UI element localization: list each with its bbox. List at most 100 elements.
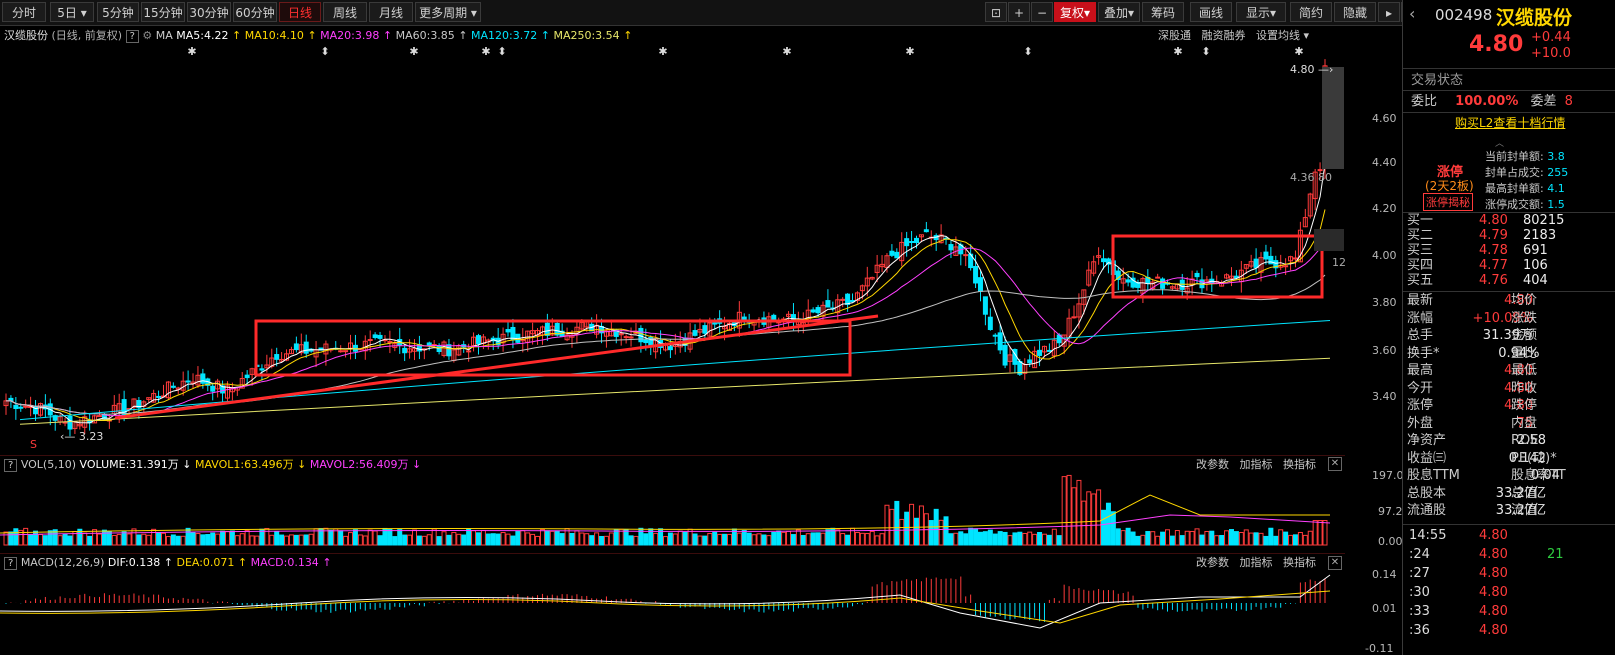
tab-daily[interactable]: 日线 <box>279 2 321 22</box>
help-icon[interactable]: ? <box>125 30 139 43</box>
zoom-out-icon[interactable]: − <box>1031 2 1053 22</box>
candlestick-chart[interactable]: ✱ ⬍ ✱ ✱ ⬍ ✱ ✱ ✱ ⬍ ✱ ⬍ ✱ <box>0 45 1345 457</box>
tick-price: 4.80 <box>1479 585 1508 600</box>
button-label: 显示 <box>1245 6 1270 20</box>
price-tick: 3.40 <box>1372 390 1397 403</box>
bid-row[interactable]: 买二 4.79 2183 <box>1407 228 1556 243</box>
tab-5day[interactable]: 5日 ▾ <box>50 2 94 22</box>
volume-bar <box>805 533 811 546</box>
bid-row[interactable]: 买五 4.76 404 <box>1407 273 1548 288</box>
tab-60min[interactable]: 60分钟 <box>233 2 277 22</box>
volume-bar <box>1160 531 1166 546</box>
volume-bar <box>224 531 230 546</box>
tab-15min[interactable]: 15分钟 <box>141 2 185 22</box>
tab-weekly[interactable]: 周线 <box>323 2 367 22</box>
candle-body <box>1046 349 1052 352</box>
candle-body <box>963 254 969 257</box>
volume-bar <box>953 532 959 546</box>
volume-bar <box>589 535 595 546</box>
volume-bar <box>997 531 1003 546</box>
stat-label-right: PE(动)* <box>1511 450 1557 466</box>
prev-arrow-icon[interactable]: ‹ <box>1409 4 1415 23</box>
display-button[interactable]: 显示▾ <box>1236 2 1286 22</box>
candle-body <box>810 309 816 313</box>
candle-body <box>343 350 349 353</box>
candle-body <box>466 350 472 353</box>
candle-body <box>894 251 900 259</box>
link-set-ma[interactable]: 设置均线 <box>1256 29 1300 42</box>
candle-body <box>367 339 373 342</box>
stat-row: 净资产 2.58 ROE <box>1407 432 1546 449</box>
ma250-arrow-icon: ↑ <box>623 29 633 42</box>
candle-body <box>185 380 191 383</box>
bid-row[interactable]: 买四 4.77 106 <box>1407 258 1548 273</box>
link-margin[interactable]: 融资融券 <box>1202 29 1246 42</box>
chips-button[interactable]: 筹码 <box>1142 2 1184 22</box>
tick-row: :27 4.80 <box>1409 565 1508 584</box>
volume-bar <box>613 529 619 546</box>
bid-row[interactable]: 买一 4.80 80215 <box>1407 213 1564 228</box>
stat-label-right: 量比 <box>1511 345 1538 361</box>
volume-bar <box>47 530 53 546</box>
candle-body <box>992 334 998 337</box>
volume-chart[interactable] <box>0 455 1345 553</box>
candle-body <box>628 336 634 339</box>
candle-body <box>712 322 718 325</box>
volume-bar <box>702 535 708 546</box>
hide-button[interactable]: 隐藏 <box>1334 2 1376 22</box>
volume-bar <box>1228 529 1234 546</box>
high-price: 4.36 <box>1290 171 1315 184</box>
stat-row: 股息TTM 0.04 股息率TT <box>1407 467 1566 484</box>
volume-bar <box>1115 528 1121 546</box>
volume-bar <box>190 531 196 546</box>
settings-icon[interactable]: ⚙ <box>142 29 152 42</box>
draw-button[interactable]: 画线 <box>1190 2 1232 22</box>
last-price: 4.80 <box>1469 32 1524 57</box>
volume-bar <box>1263 535 1269 546</box>
lock-icon[interactable]: ⊡ <box>985 2 1007 22</box>
candle-body <box>623 336 629 339</box>
seal-label: 最高封单额: <box>1485 182 1544 195</box>
bid-row[interactable]: 买三 4.78 691 <box>1407 243 1548 258</box>
stat-row: 换手* 0.94% 量比 <box>1407 345 1540 362</box>
volume-bar <box>869 530 875 546</box>
tab-intraday[interactable]: 分时 <box>2 2 46 22</box>
volume-bar <box>1283 531 1289 546</box>
next-icon[interactable]: ▸ <box>1378 2 1400 22</box>
tab-monthly[interactable]: 月线 <box>369 2 413 22</box>
candle-body <box>1160 278 1166 289</box>
tab-more-periods[interactable]: 更多周期 ▾ <box>415 2 481 22</box>
candle-body <box>67 415 73 430</box>
ma10-value: MA10:4.10 <box>244 29 304 42</box>
stock-name-label[interactable]: 汉缆股份 <box>4 29 48 42</box>
collapse-icon[interactable]: ︿ <box>1495 136 1504 149</box>
ma5-arrow-icon: ↑ <box>232 29 242 42</box>
stat-label-right: 内盘 <box>1511 415 1538 431</box>
volume-bar <box>1076 479 1082 546</box>
limit-reveal-button[interactable]: 涨停揭秘 <box>1423 193 1473 211</box>
link-hk-connect[interactable]: 深股通 <box>1158 29 1191 42</box>
volume-bar <box>559 533 565 546</box>
volume-bar <box>633 535 639 546</box>
l2-link[interactable]: 购买L2查看十档行情 <box>1455 114 1565 132</box>
volume-bar <box>13 528 19 546</box>
seal-value: 255 <box>1547 166 1569 179</box>
tab-30min[interactable]: 30分钟 <box>187 2 231 22</box>
volume-bar <box>879 533 885 546</box>
simple-button[interactable]: 简约 <box>1290 2 1332 22</box>
volume-bar <box>1145 531 1151 546</box>
ma5-value: MA5:4.22 <box>176 29 229 42</box>
volume-bar <box>751 534 757 546</box>
quote-panel: ‹ 002498 汉缆股份 4.80 +0.44 +10.0 交易状态 委比 1… <box>1402 0 1615 655</box>
volume-bar <box>569 532 575 546</box>
tab-5min[interactable]: 5分钟 <box>97 2 139 22</box>
volume-bar <box>195 533 201 546</box>
overlay-button[interactable]: 叠加▾ <box>1098 2 1140 22</box>
macd-chart[interactable] <box>0 553 1345 655</box>
volume-bar <box>845 534 851 546</box>
volume-bar <box>1243 529 1249 546</box>
volume-bar <box>618 528 624 546</box>
restore-rights-button[interactable]: 复权▾ <box>1054 2 1096 22</box>
zoom-in-icon[interactable]: + <box>1008 2 1030 22</box>
volume-bar <box>101 529 107 546</box>
